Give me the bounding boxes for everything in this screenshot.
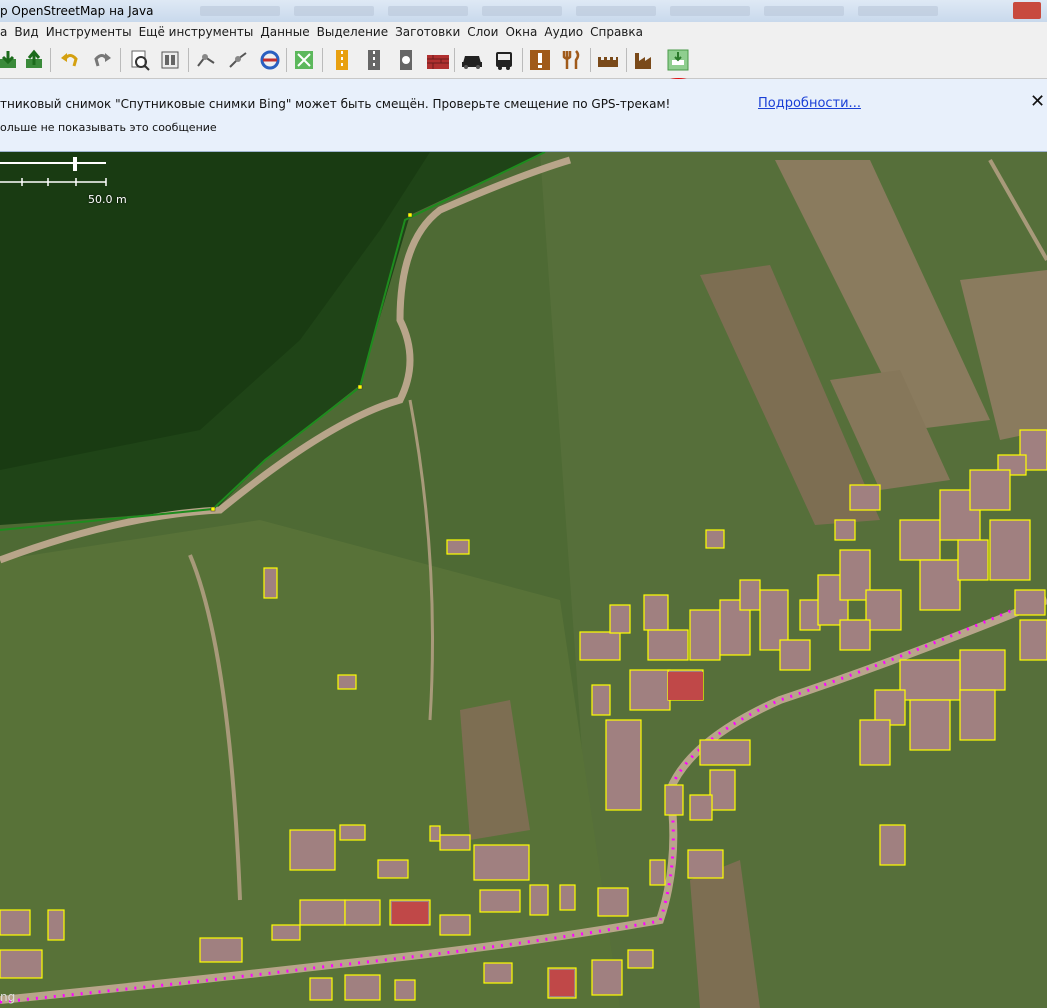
window-title: p OpenStreetMap на Java <box>0 4 154 18</box>
barrier-icon[interactable] <box>424 46 452 74</box>
amenity-icon[interactable] <box>526 46 554 74</box>
map-view[interactable] <box>0 152 1047 1008</box>
car-icon[interactable] <box>458 46 486 74</box>
orthogonalize-icon[interactable] <box>290 46 318 74</box>
reverse-icon[interactable] <box>256 46 284 74</box>
taskbar-tabs <box>200 6 1047 18</box>
more-details-link[interactable]: Подробности... <box>758 96 861 111</box>
window-close-button[interactable] <box>1013 2 1041 19</box>
download-icon[interactable] <box>0 46 22 74</box>
menu-help[interactable]: Справка <box>590 25 643 39</box>
restaurant-icon[interactable] <box>558 46 586 74</box>
title-bar: p OpenStreetMap на Java <box>0 0 1047 23</box>
menu-windows[interactable]: Окна <box>505 25 537 39</box>
traffic-signal-icon[interactable] <box>392 46 420 74</box>
menu-file[interactable]: а <box>0 25 7 39</box>
road-icon[interactable] <box>328 46 356 74</box>
redo-icon[interactable] <box>88 46 116 74</box>
notice-message: тниковый снимок "Спутниковые снимки Bing… <box>0 97 671 111</box>
menu-layers[interactable]: Слои <box>467 25 498 39</box>
zoom-icon[interactable] <box>126 46 154 74</box>
plugin-icon[interactable] <box>664 46 692 74</box>
upload-icon[interactable] <box>20 46 48 74</box>
menu-view[interactable]: Вид <box>14 25 38 39</box>
factory-icon[interactable] <box>630 46 658 74</box>
dont-show-again-checkbox[interactable]: ольше не показывать это сообщение <box>0 121 217 134</box>
menu-more-tools[interactable]: Ещё инструменты <box>139 25 254 39</box>
combine-way-icon[interactable] <box>224 46 252 74</box>
split-way-icon[interactable] <box>192 46 220 74</box>
menu-tools[interactable]: Инструменты <box>46 25 132 39</box>
track-icon[interactable] <box>360 46 388 74</box>
menu-data[interactable]: Данные <box>260 25 309 39</box>
attribution-label: ng <box>0 990 16 1004</box>
preferences-icon[interactable] <box>156 46 184 74</box>
menu-bar: а Вид Инструменты Ещё инструменты Данные… <box>0 22 1047 42</box>
undo-icon[interactable] <box>56 46 84 74</box>
imagery-offset-notice: тниковый снимок "Спутниковые снимки Bing… <box>0 79 1047 152</box>
menu-audio[interactable]: Аудио <box>544 25 583 39</box>
scale-label: 50.0 m <box>88 193 127 206</box>
menu-presets[interactable]: Заготовки <box>395 25 460 39</box>
bus-icon[interactable] <box>490 46 518 74</box>
menu-selection[interactable]: Выделение <box>317 25 388 39</box>
close-icon[interactable]: ✕ <box>1030 91 1045 112</box>
toolbar <box>0 42 1047 128</box>
castle-icon[interactable] <box>594 46 622 74</box>
